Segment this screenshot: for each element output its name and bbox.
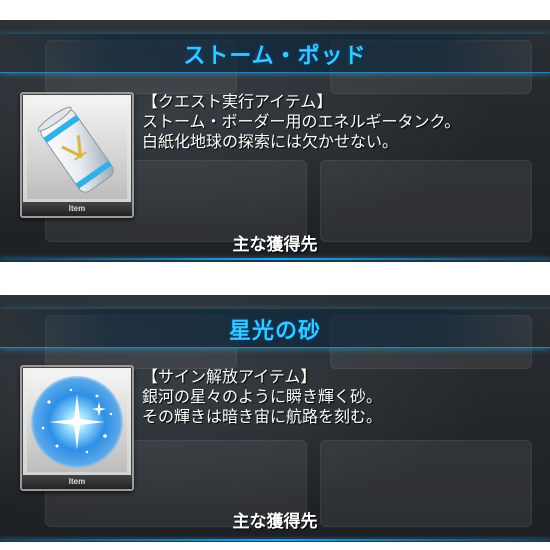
item-detail-panel-starlight-sand: 星光の砂 Item 【サイン解放アイテム】 銀河の星々のように瞬き輝く砂。 その…	[0, 295, 550, 542]
item-card: Item	[20, 92, 134, 218]
description-line: ストーム・ボーダー用のエネルギータンク。	[142, 112, 461, 131]
item-title: 星光の砂	[228, 319, 321, 344]
card-label: Item	[22, 475, 132, 489]
description-line: 【クエスト実行アイテム】	[142, 92, 333, 111]
item-description: 【クエスト実行アイテム】 ストーム・ボーダー用のエネルギータンク。 白紙化地球の…	[142, 92, 460, 152]
item-card: Item	[20, 365, 134, 491]
starlight-sand-icon	[27, 372, 127, 472]
acquisition-source-button[interactable]: 主な獲得先	[0, 230, 550, 255]
card-label: Item	[22, 202, 132, 216]
description-line: 銀河の星々のように瞬き輝く砂。	[142, 387, 383, 406]
item-description: 【サイン解放アイテム】 銀河の星々のように瞬き輝く砂。 その輝きは暗き宙に航路を…	[142, 367, 382, 427]
description-line: その輝きは暗き宙に航路を刻む。	[142, 407, 383, 426]
item-title: ストーム・ポッド	[183, 44, 367, 69]
acquisition-source-button[interactable]: 主な獲得先	[0, 507, 550, 532]
description-line: 【サイン解放アイテム】	[142, 367, 317, 386]
item-detail-panel-storm-pod: ストーム・ポッド Item 【クエスト実行アイテム】 ストーム・ボーダー用のエネ…	[0, 20, 550, 262]
storm-pod-canister-icon	[27, 99, 127, 199]
accent-line	[0, 258, 550, 260]
description-line: 白紙化地球の探索には欠かせない。	[142, 132, 399, 151]
accent-line	[0, 539, 550, 541]
